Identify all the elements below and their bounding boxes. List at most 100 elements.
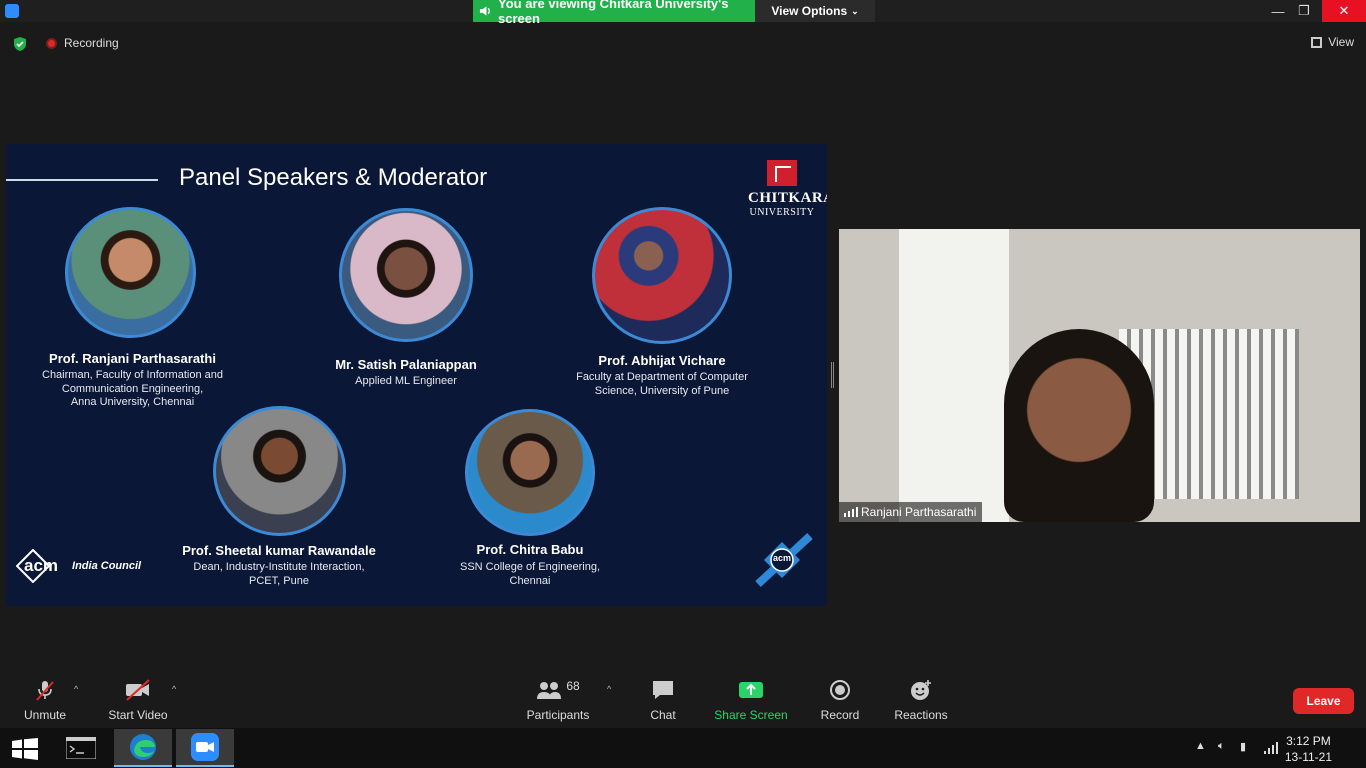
volume-icon[interactable]: 🔈︎ bbox=[1218, 740, 1225, 753]
clock-date: 13-11-21 bbox=[1284, 750, 1332, 764]
terminal-icon bbox=[66, 737, 96, 759]
zoom-icon bbox=[191, 733, 219, 761]
share-screen-label: Share Screen bbox=[714, 708, 788, 722]
screen-share-banner: You are viewing Chitkara University's sc… bbox=[473, 0, 755, 26]
participant-video-tile[interactable]: Ranjani Parthasarathi bbox=[839, 229, 1360, 522]
speaker-desc-line: PCET, Pune bbox=[249, 574, 309, 587]
view-options-button[interactable]: View Options ⌄ bbox=[755, 0, 875, 22]
acm-india-council-logo: acm India Council bbox=[16, 549, 141, 583]
speaker-desc: SSN College of Engineering, Chennai bbox=[430, 561, 630, 588]
chitkara-logo-sub: UNIVERSITY bbox=[749, 207, 815, 218]
meeting-topbar: Recording View bbox=[0, 22, 1366, 64]
chat-icon bbox=[653, 681, 673, 699]
participants-options-caret-icon[interactable]: ^ bbox=[607, 684, 611, 694]
participants-icon bbox=[537, 682, 562, 699]
taskbar-zoom[interactable] bbox=[176, 729, 234, 767]
speaker-desc: Applied ML Engineer bbox=[306, 375, 506, 389]
speaker-desc-line: Science, University of Pune bbox=[594, 384, 730, 397]
speaker-desc-line: Dean, Industry-Institute Interaction, bbox=[193, 561, 365, 573]
start-video-button[interactable]: Start Video bbox=[104, 678, 172, 722]
speaker-desc-line: Communication Engineering, bbox=[61, 382, 204, 395]
network-icon[interactable] bbox=[1264, 742, 1278, 754]
panel-splitter-handle[interactable] bbox=[831, 362, 834, 388]
taskbar-edge[interactable] bbox=[114, 729, 172, 767]
chitkara-logo-mark bbox=[767, 160, 797, 186]
chat-button[interactable]: Chat bbox=[640, 678, 686, 722]
speaker-name: Prof. Abhijat Vichare bbox=[598, 353, 726, 368]
chitkara-logo-name: CHITKARA bbox=[748, 190, 827, 206]
acm-diamond-icon bbox=[16, 549, 50, 583]
speaker-desc-line: Chairman, Faculty of Information and bbox=[42, 369, 223, 381]
chitkara-logo: CHITKARA UNIVERSITY bbox=[748, 160, 827, 218]
speaker-photo bbox=[65, 207, 196, 338]
record-icon bbox=[830, 680, 850, 700]
speaker-name: Prof. Ranjani Parthasarathi bbox=[49, 351, 216, 366]
shared-slide: Panel Speakers & Moderator CHITKARA UNIV… bbox=[6, 144, 827, 606]
close-button[interactable]: ✕ bbox=[1322, 0, 1366, 22]
speaker-desc: Dean, Industry-Institute Interaction, PC… bbox=[169, 561, 389, 588]
reactions-smiley-icon bbox=[911, 680, 931, 700]
title-divider bbox=[6, 179, 158, 181]
clock-time: 3:12 PM bbox=[1286, 734, 1331, 748]
person bbox=[1004, 329, 1154, 522]
participants-button[interactable]: 68 Participants bbox=[522, 678, 594, 722]
video-options-caret-icon[interactable]: ^ bbox=[172, 684, 176, 694]
acm-council-label: India Council bbox=[72, 560, 142, 572]
meeting-toolbar: Unmute ^ Start Video ^ 68 Participants ^… bbox=[0, 672, 1366, 728]
tray-expand-icon[interactable]: ▲ bbox=[1195, 740, 1206, 752]
speaker-name: Mr. Satish Palaniappan bbox=[335, 357, 477, 372]
leave-button[interactable]: Leave bbox=[1293, 688, 1354, 714]
participant-name-tag: Ranjani Parthasarathi bbox=[839, 502, 983, 522]
reactions-button[interactable]: Reactions bbox=[890, 678, 952, 722]
view-label: View bbox=[1328, 35, 1354, 49]
participant-count: 68 bbox=[566, 679, 580, 693]
windows-start-icon[interactable] bbox=[12, 738, 38, 760]
camera-off-icon bbox=[126, 679, 150, 701]
speaker-photo bbox=[339, 208, 473, 342]
speaker-name: Prof. Sheetal kumar Rawandale bbox=[182, 543, 376, 558]
taskbar-clock[interactable]: 3:12 PM 13-11-21 bbox=[1285, 733, 1332, 765]
reactions-label: Reactions bbox=[894, 708, 948, 722]
share-screen-button[interactable]: Share Screen bbox=[712, 678, 790, 722]
participants-label: Participants bbox=[526, 708, 590, 722]
start-video-label: Start Video bbox=[108, 708, 168, 722]
speaker-photo bbox=[213, 406, 346, 536]
window-light bbox=[899, 229, 1009, 522]
chevron-down-icon: ⌄ bbox=[851, 5, 859, 16]
view-options-label: View Options bbox=[771, 4, 848, 18]
edge-browser-icon bbox=[130, 734, 156, 760]
speaker-name: Prof. Chitra Babu bbox=[476, 542, 584, 557]
speaker-desc: Chairman, Faculty of Information and Com… bbox=[26, 369, 239, 410]
record-button[interactable]: Record bbox=[814, 678, 866, 722]
unmute-label: Unmute bbox=[23, 708, 67, 722]
speaker-photo bbox=[592, 207, 732, 344]
slide-title: Panel Speakers & Moderator bbox=[179, 164, 488, 191]
record-label: Record bbox=[820, 708, 860, 722]
speaker-desc-line: Applied ML Engineer bbox=[355, 375, 457, 387]
window-titlebar: You are viewing Chitkara University's sc… bbox=[0, 0, 1366, 26]
zoom-app-icon bbox=[5, 4, 19, 18]
battery-icon[interactable]: ▮ bbox=[1240, 740, 1246, 753]
speaker-icon bbox=[479, 6, 490, 16]
acm-badge-logo: acm bbox=[754, 532, 814, 588]
participant-name: Ranjani Parthasarathi bbox=[861, 505, 977, 519]
shield-check-icon[interactable] bbox=[12, 36, 28, 52]
unmute-button[interactable]: Unmute bbox=[18, 678, 72, 722]
microphone-muted-icon bbox=[36, 681, 54, 701]
restore-button[interactable]: ❐ bbox=[1286, 0, 1322, 22]
grid-icon bbox=[1311, 36, 1323, 48]
taskbar-terminal[interactable] bbox=[52, 729, 110, 767]
speaker-desc-line: Anna University, Chennai bbox=[70, 396, 195, 408]
recording-dot-icon bbox=[46, 38, 57, 49]
acm-badge-text: acm bbox=[773, 553, 792, 563]
signal-strength-icon bbox=[844, 507, 858, 517]
speaker-desc-line: Faculty at Department of Computer bbox=[576, 371, 748, 383]
speaker-desc-line: Chennai bbox=[509, 574, 551, 587]
view-button[interactable]: View bbox=[1311, 35, 1354, 49]
recording-label: Recording bbox=[64, 36, 119, 50]
speaker-photo bbox=[465, 409, 595, 536]
chat-label: Chat bbox=[650, 708, 676, 722]
speaker-desc-line: SSN College of Engineering, bbox=[459, 561, 601, 573]
speaker-desc: Faculty at Department of Computer Scienc… bbox=[562, 371, 762, 398]
audio-options-caret-icon[interactable]: ^ bbox=[74, 684, 78, 694]
